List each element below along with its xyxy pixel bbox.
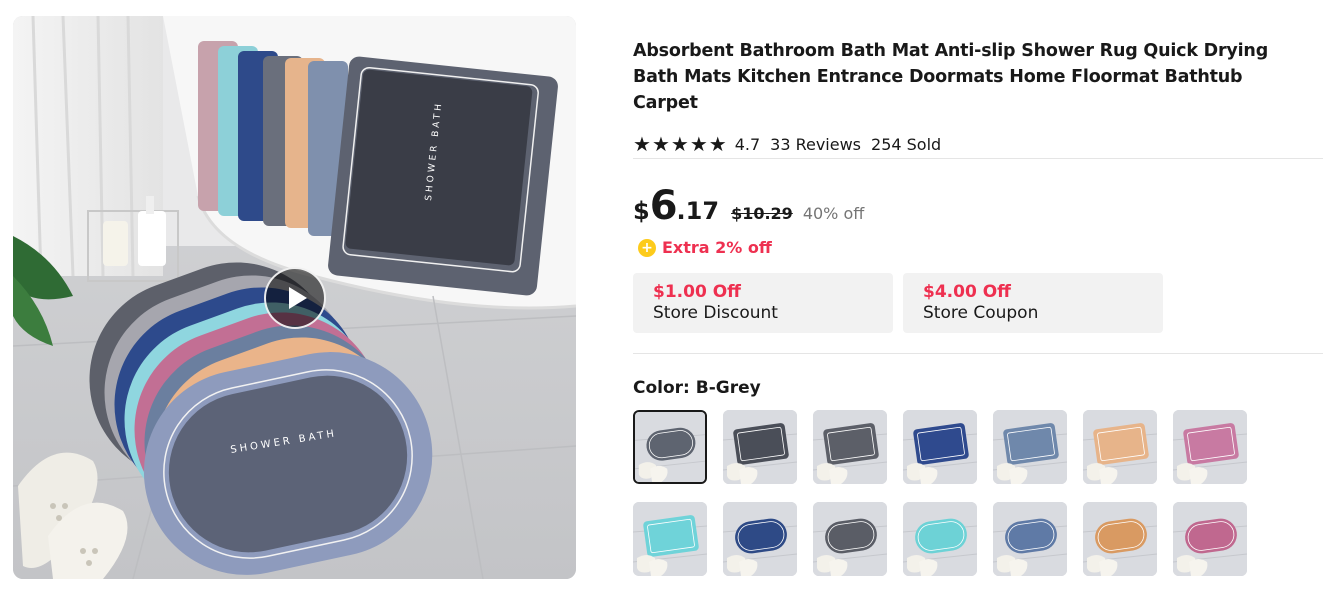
swatch-thumbnail <box>1173 502 1247 576</box>
color-swatch[interactable] <box>993 410 1067 484</box>
star-icon: ★ <box>708 132 727 156</box>
swatch-thumbnail <box>633 502 707 576</box>
coupon-store-discount[interactable]: $1.00 Off Store Discount <box>633 273 893 333</box>
divider <box>633 353 1323 354</box>
extra-discount: + Extra 2% off <box>638 238 772 257</box>
coupon-label: Store Coupon <box>923 303 1039 323</box>
color-swatch[interactable] <box>1083 502 1157 576</box>
swatch-thumbnail <box>903 410 977 484</box>
product-title: Absorbent Bathroom Bath Mat Anti-slip Sh… <box>633 41 1269 113</box>
color-swatch[interactable] <box>903 410 977 484</box>
color-swatch[interactable] <box>723 502 797 576</box>
swatch-thumbnail <box>1083 410 1157 484</box>
discount-percent: 40% off <box>802 204 865 223</box>
swatch-thumbnail <box>813 410 887 484</box>
coin-icon: + <box>638 238 656 257</box>
color-swatch[interactable] <box>993 502 1067 576</box>
star-icon: ★ <box>689 132 708 156</box>
swatch-thumbnail <box>993 502 1067 576</box>
color-label: Color: B-Grey <box>633 378 761 398</box>
divider <box>633 158 1323 159</box>
swatch-thumbnail <box>635 412 705 482</box>
sold-count: 254 Sold <box>871 134 942 154</box>
color-swatch[interactable] <box>633 410 707 484</box>
original-price: $10.29 <box>731 204 793 223</box>
coupon-amount: $4.00 Off <box>923 282 1011 302</box>
swatch-thumbnail <box>993 410 1067 484</box>
swatch-thumbnail <box>903 502 977 576</box>
reviews-link[interactable]: 33 Reviews <box>770 135 861 154</box>
play-video-button[interactable] <box>264 267 326 329</box>
swatch-thumbnail <box>1083 502 1157 576</box>
swatch-thumbnail <box>723 410 797 484</box>
price-decimal: .17 <box>676 197 720 225</box>
color-swatch[interactable] <box>813 502 887 576</box>
coupon-store-coupon[interactable]: $4.00 Off Store Coupon <box>903 273 1163 333</box>
swatch-thumbnail <box>723 502 797 576</box>
rating-value: 4.7 <box>734 134 761 154</box>
play-icon <box>288 287 307 309</box>
color-swatch[interactable] <box>1173 410 1247 484</box>
price-integer: 6 <box>649 183 678 229</box>
color-swatch[interactable] <box>1083 410 1157 484</box>
color-swatch[interactable] <box>723 410 797 484</box>
swatch-thumbnail <box>1173 410 1247 484</box>
price-currency: $ <box>633 197 650 225</box>
extra-discount-text: Extra 2% off <box>662 238 772 257</box>
swatch-thumbnail <box>813 502 887 576</box>
color-swatch[interactable] <box>633 502 707 576</box>
star-icon: ★ <box>670 132 689 156</box>
coupon-label: Store Discount <box>653 303 778 323</box>
price-row: $ 6 .17 $10.29 40% off <box>633 186 864 226</box>
star-icon: ★ <box>633 132 651 156</box>
color-swatch[interactable] <box>903 502 977 576</box>
star-rating: ★ ★ ★ ★ ★ <box>633 134 727 154</box>
product-main-image[interactable]: SHOWER BATH SHOWER BATH <box>13 16 576 579</box>
color-swatch[interactable] <box>813 410 887 484</box>
coupon-amount: $1.00 Off <box>653 282 741 302</box>
star-icon: ★ <box>651 132 670 156</box>
color-swatch[interactable] <box>1173 502 1247 576</box>
product-info: Absorbent Bathroom Bath Mat Anti-slip Sh… <box>633 38 1323 154</box>
rating-row: ★ ★ ★ ★ ★ 4.7 33 Reviews 254 Sold <box>633 134 1323 154</box>
